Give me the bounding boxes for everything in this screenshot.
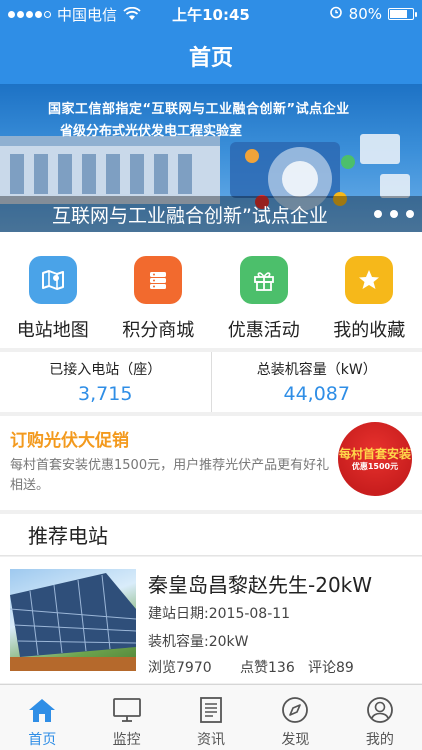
home-icon	[27, 695, 57, 725]
station-comments: 评论89	[308, 660, 354, 676]
signal-icon	[8, 10, 51, 18]
stat-value: 3,715	[78, 383, 133, 405]
quick-label: 积分商城	[122, 320, 195, 341]
tab-home[interactable]: 首页	[0, 685, 84, 750]
user-icon	[365, 695, 395, 725]
banner-subheadline: 省级分布式光伏发电工程实验室	[60, 124, 243, 139]
monitor-icon	[112, 695, 142, 725]
promo-badge-text: 每村首套安装	[338, 446, 411, 461]
station-build-date: 建站日期:2015-08-11	[148, 606, 291, 622]
section-title: 推荐电站	[28, 524, 108, 548]
promo-title: 订购光伏大促销	[10, 431, 129, 451]
quick-menu: 电站地图 积分商城 优惠活动 我的收藏	[0, 232, 422, 348]
carrier-label: 中国电信	[57, 5, 118, 24]
solar-panel-image	[10, 569, 136, 671]
clock-label: 上午10:45	[172, 5, 250, 24]
page-dot[interactable]	[374, 210, 382, 218]
tab-news[interactable]: 资讯	[169, 685, 253, 750]
quick-label: 优惠活动	[227, 320, 300, 341]
battery-fill	[390, 10, 408, 18]
tab-label: 首页	[28, 732, 57, 748]
tab-monitor[interactable]: 监控	[84, 685, 168, 750]
tab-label: 监控	[112, 732, 141, 748]
quick-label: 我的收藏	[333, 320, 406, 341]
station-likes: 点赞136	[240, 660, 295, 676]
promo-badge: 每村首套安装 优惠1500元	[338, 422, 412, 496]
quick-item-favorites[interactable]: 我的收藏	[317, 232, 422, 348]
stat-capacity: 总装机容量（kW） 44,087	[210, 352, 422, 412]
banner-carousel[interactable]: 国家工信部指定“互联网与工业融合创新”试点企业 省级分布式光伏发电工程实验室 互…	[0, 84, 422, 232]
tab-label: 资讯	[197, 732, 226, 748]
station-views: 浏览7970	[148, 660, 212, 676]
compass-icon	[280, 695, 310, 725]
station-name: 秦皇岛昌黎赵先生-20kW	[148, 573, 373, 597]
tab-label: 发现	[281, 732, 310, 748]
tab-profile[interactable]: 我的	[338, 685, 422, 750]
tab-bar: 首页 监控 资讯 发现 我的	[0, 684, 422, 750]
tab-discover[interactable]: 发现	[253, 685, 337, 750]
stat-value: 44,087	[283, 383, 350, 405]
section-title-recommended: 推荐电站	[0, 514, 422, 556]
stat-label: 已接入电站（座）	[49, 362, 162, 378]
nav-bar: 首页	[0, 28, 422, 84]
battery-percent: 80%	[348, 5, 382, 23]
promo-card[interactable]: 订购光伏大促销 每村首套安装优惠1500元，用户推荐光伏产品更有好礼相送。 每村…	[0, 416, 422, 510]
banner-caption: 互联网与工业融合创新”试点企业	[0, 196, 422, 232]
quick-item-promotions[interactable]: 优惠活动	[211, 232, 317, 348]
gift-icon	[239, 256, 288, 304]
wifi-icon	[123, 7, 141, 21]
promo-badge-subtext: 优惠1500元	[351, 461, 399, 471]
page-dot[interactable]	[406, 210, 414, 218]
status-right: 80%	[329, 5, 417, 23]
stats-panel: 已接入电站（座） 3,715 总装机容量（kW） 44,087	[0, 352, 422, 412]
banner-headline: 国家工信部指定“互联网与工业融合创新”试点企业	[48, 102, 350, 117]
status-left: 中国电信	[8, 4, 141, 25]
battery-icon	[388, 8, 417, 20]
quick-label: 电站地图	[16, 320, 89, 341]
station-capacity: 装机容量:20kW	[148, 634, 249, 650]
station-card[interactable]: 秦皇岛昌黎赵先生-20kW 建站日期:2015-08-11 装机容量:20kW …	[0, 557, 422, 683]
store-icon	[134, 256, 183, 304]
promo-description: 每村首套安装优惠1500元，用户推荐光伏产品更有好礼相送。	[10, 458, 330, 493]
station-stats: 浏览7970 点赞136 评论89	[148, 657, 354, 677]
banner-page-indicator[interactable]	[374, 210, 414, 218]
quick-item-store[interactable]: 积分商城	[106, 232, 212, 348]
stat-label: 总装机容量（kW）	[256, 362, 377, 378]
tab-label: 我的	[365, 732, 394, 748]
quick-item-map[interactable]: 电站地图	[0, 232, 106, 348]
news-icon	[196, 695, 226, 725]
alarm-icon	[329, 5, 343, 23]
star-icon	[345, 256, 394, 304]
page-title: 首页	[188, 46, 233, 71]
status-bar: 中国电信 上午10:45 80%	[0, 0, 422, 28]
page-dot[interactable]	[390, 210, 398, 218]
map-icon	[28, 256, 77, 304]
stat-stations: 已接入电站（座） 3,715	[0, 352, 211, 412]
